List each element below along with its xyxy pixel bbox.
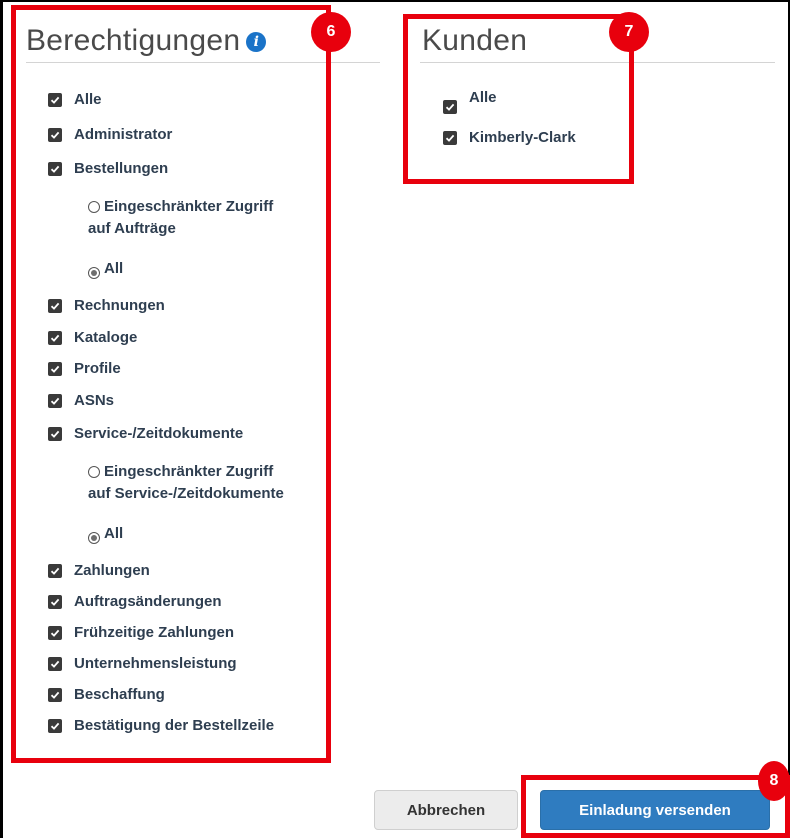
callout-badge-6: 6 (311, 12, 351, 52)
callout-badge-7: 7 (609, 12, 649, 52)
cancel-button[interactable]: Abbrechen (374, 790, 518, 830)
callout-badge-8: 8 (758, 761, 790, 801)
callout-box-permissions (11, 5, 331, 763)
callout-box-send (521, 775, 790, 838)
callout-box-customers (403, 14, 634, 184)
